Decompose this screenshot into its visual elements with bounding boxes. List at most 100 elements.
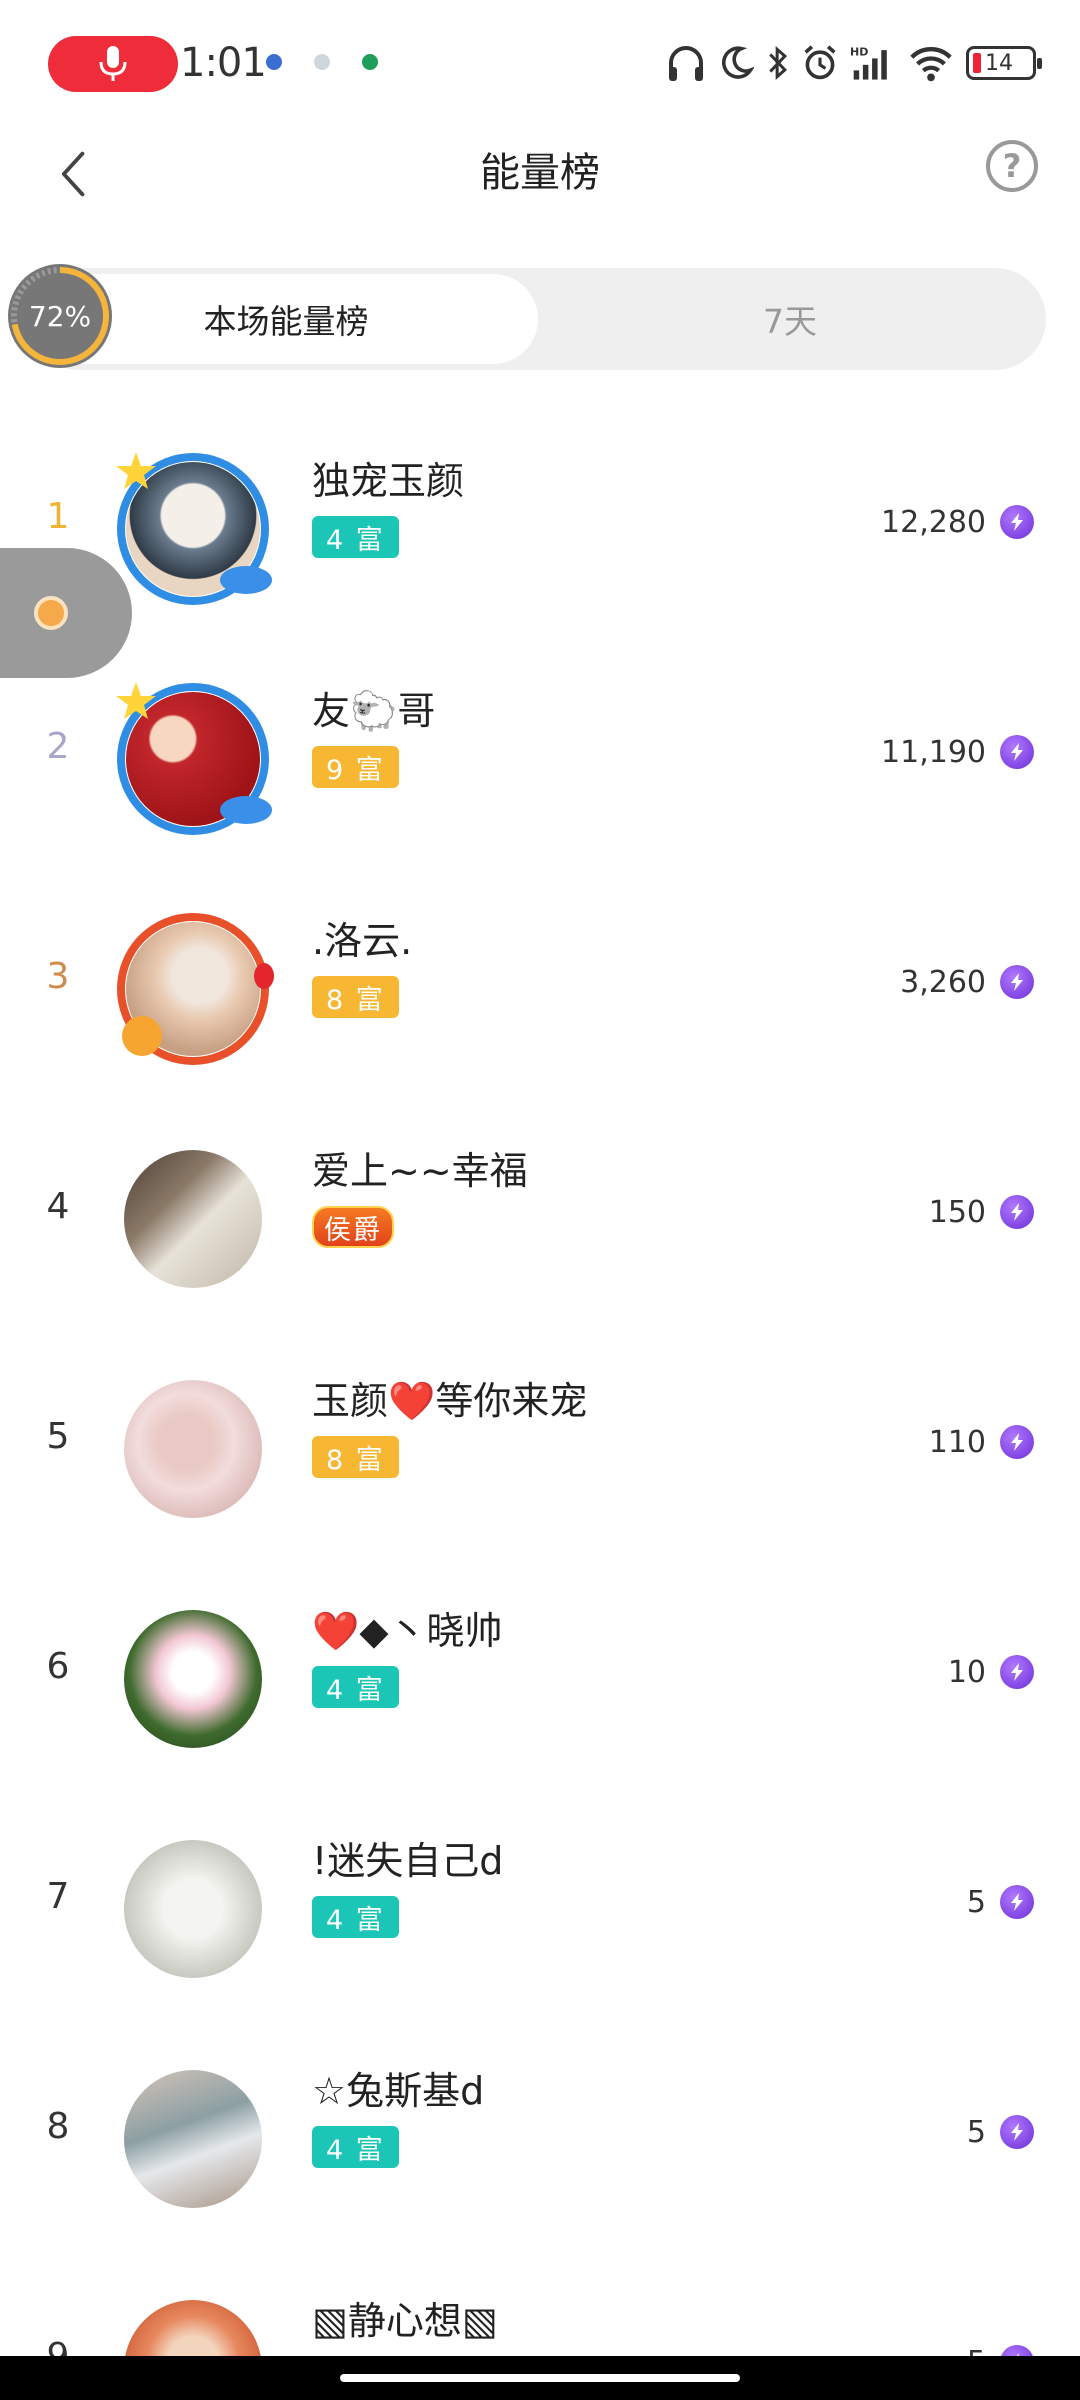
energy-score: 110 [929, 1420, 1034, 1464]
energy-score: 3,260 [900, 960, 1034, 1004]
energy-value: 150 [928, 1194, 986, 1230]
tab-7-days[interactable]: 7天 [540, 274, 1040, 364]
page-title: 能量榜 [480, 150, 600, 196]
energy-value: 10 [947, 1654, 986, 1690]
wealth-badge: 4 富 [312, 1666, 399, 1708]
mic-icon [99, 46, 127, 81]
ranking-row[interactable]: 3 .洛云. 8 富 3,260 [0, 866, 1080, 1096]
lightning-icon [1000, 1425, 1034, 1459]
notification-icon [362, 54, 378, 70]
lightning-icon [1000, 505, 1034, 539]
energy-value: 3,260 [900, 964, 986, 1000]
energy-value: 11,190 [881, 734, 986, 770]
rank-number: 4 [46, 1186, 70, 1227]
nickname: 玉颜❤️等你来宠 [312, 1379, 588, 1423]
rank-number: 1 [46, 496, 70, 537]
rank-number: 8 [46, 2106, 70, 2147]
ranking-row[interactable]: 5 玉颜❤️等你来宠 8 富 110 [0, 1326, 1080, 1556]
notification-icon [314, 54, 330, 70]
lightning-icon [1000, 1885, 1034, 1919]
avatar-frame [116, 682, 272, 835]
wifi-icon [910, 47, 952, 82]
avatar-image [124, 1380, 262, 1518]
wealth-badge: 4 富 [312, 1896, 399, 1938]
headphones-icon [669, 46, 703, 81]
question-icon: ? [1002, 147, 1022, 185]
lightning-icon [1000, 965, 1034, 999]
recording-indicator[interactable] [48, 36, 178, 92]
battery-level: 14 [985, 50, 1013, 76]
wealth-badge: 9 富 [312, 746, 399, 788]
progress-ring[interactable]: 72% [8, 264, 112, 368]
avatar-frame [116, 452, 272, 605]
avatar[interactable] [108, 1134, 278, 1304]
lightning-icon [1000, 2115, 1034, 2149]
nickname: ▧静心想▧ [312, 2299, 498, 2343]
svg-text:HD: HD [850, 46, 868, 59]
nickname: 独宠玉颜 [312, 459, 465, 503]
energy-score: 11,190 [881, 730, 1034, 774]
energy-value: 5 [966, 2114, 986, 2150]
energy-score: 10 [948, 1650, 1034, 1694]
energy-value: 110 [928, 1424, 986, 1460]
navigation-bar [0, 2356, 1080, 2400]
avatar[interactable] [108, 1824, 278, 1994]
lightning-icon [1000, 1195, 1034, 1229]
noble-badge: 侯爵 [312, 1206, 394, 1248]
battery-icon: 14 [966, 46, 1042, 80]
energy-value: 12,280 [881, 504, 986, 540]
home-indicator[interactable] [340, 2374, 740, 2382]
nickname: .洛云. [312, 919, 413, 963]
header: 能量榜 ? [0, 120, 1080, 230]
energy-score: 150 [929, 1190, 1034, 1234]
nickname: 爱上~~幸福 [312, 1149, 528, 1193]
nickname: !迷失自己d [312, 1839, 504, 1883]
notification-icon [266, 54, 282, 70]
bluetooth-icon [769, 45, 788, 81]
wealth-badge: 4 富 [312, 516, 399, 558]
avatar[interactable] [108, 2054, 278, 2224]
rank-number: 3 [46, 956, 70, 997]
signal-icon: HD [850, 46, 887, 80]
wealth-badge: 8 富 [312, 1436, 399, 1478]
status-icons: HD 14 [666, 38, 1042, 88]
lightning-icon [1000, 1655, 1034, 1689]
avatar[interactable] [108, 674, 278, 844]
avatar[interactable] [108, 1364, 278, 1534]
energy-score: 12,280 [881, 500, 1034, 544]
avatar[interactable] [108, 904, 278, 1074]
wealth-badge: 4 富 [312, 2126, 399, 2168]
avatar-image [124, 1840, 262, 1978]
clock: 1:01 [180, 40, 267, 86]
alarm-icon [804, 45, 836, 80]
nickname: ☆兔斯基d [312, 2069, 485, 2113]
ranking-row[interactable]: 4 爱上~~幸福 侯爵 150 [0, 1096, 1080, 1326]
ranking-row[interactable]: 8 ☆兔斯基d 4 富 5 [0, 2016, 1080, 2246]
energy-score: 5 [967, 2110, 1034, 2154]
avatar-image [124, 2070, 262, 2208]
avatar-image [124, 1150, 262, 1288]
wealth-badge: 8 富 [312, 976, 399, 1018]
moon-icon [721, 46, 754, 79]
energy-value: 5 [966, 1884, 986, 1920]
energy-score: 5 [967, 1880, 1034, 1924]
help-button[interactable]: ? [986, 140, 1038, 192]
rank-number: 6 [46, 1646, 70, 1687]
ranking-row[interactable]: 6 ❤️◆丶晓帅 4 富 10 [0, 1556, 1080, 1786]
avatar[interactable] [108, 1594, 278, 1764]
ranking-row[interactable]: 2 友🐑哥 9 富 11,190 [0, 636, 1080, 866]
avatar-image [124, 1610, 262, 1748]
status-bar: 1:01 HD 14 [0, 0, 1080, 120]
avatar-frame [117, 913, 274, 1065]
rank-number: 2 [46, 726, 70, 767]
rank-number: 5 [46, 1416, 70, 1457]
avatar[interactable] [108, 444, 278, 614]
tab-bar: 本场能量榜 7天 [28, 268, 1046, 370]
rank-number: 7 [46, 1876, 70, 1917]
progress-label: 72% [28, 299, 92, 333]
nickname: ❤️◆丶晓帅 [312, 1609, 503, 1653]
ranking-row[interactable]: 7 !迷失自己d 4 富 5 [0, 1786, 1080, 2016]
nickname: 友🐑哥 [312, 689, 436, 733]
lightning-icon [1000, 735, 1034, 769]
ranking-row[interactable]: 1 独宠玉颜 4 富 12,280 [0, 406, 1080, 636]
